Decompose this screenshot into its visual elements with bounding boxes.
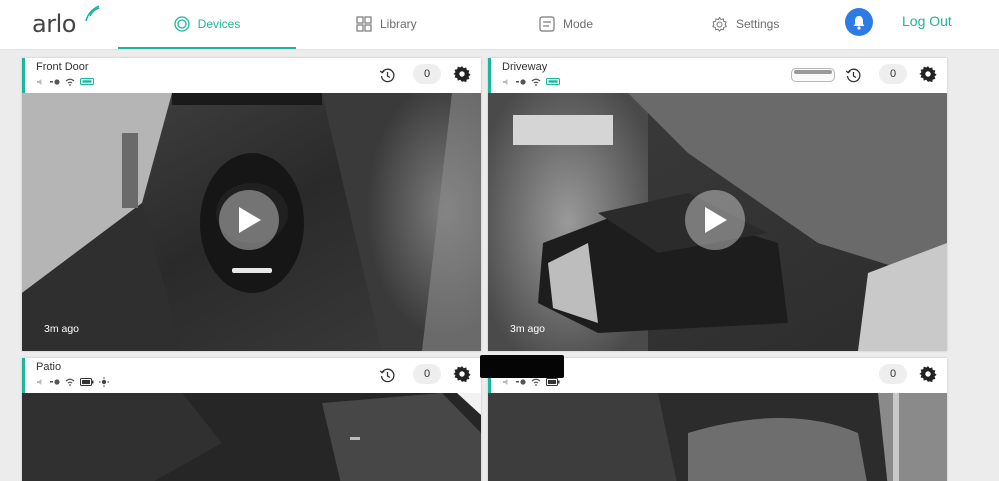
event-count-badge: 0	[413, 64, 441, 84]
activity-history-icon[interactable]	[379, 367, 396, 384]
top-navigation-bar: arlo Devices Library Mode Settings Log O…	[0, 0, 999, 50]
activity-history-icon[interactable]	[379, 67, 396, 84]
tab-mode-label: Mode	[563, 17, 594, 31]
tab-library[interactable]: Library	[356, 0, 417, 48]
motion-icon	[516, 378, 526, 385]
library-grid-icon	[356, 16, 372, 32]
spotlight-toggle[interactable]	[791, 68, 835, 82]
arlo-logo[interactable]: arlo	[32, 4, 100, 44]
camera-name: Driveway	[502, 61, 548, 73]
tab-mode[interactable]: Mode	[539, 0, 593, 48]
camera-tile-driveway: Driveway 0 3m ago	[488, 58, 947, 351]
night-feed-image	[22, 393, 481, 481]
camera-name: Front Door	[36, 61, 89, 73]
redacted-label	[480, 355, 564, 378]
camera-feed-driveway[interactable]: 3m ago	[488, 93, 947, 351]
settings-gear-icon	[711, 16, 728, 33]
camera-settings-gear-icon[interactable]	[453, 65, 471, 83]
camera-feed-unnamed[interactable]	[488, 393, 947, 481]
tab-settings-label: Settings	[736, 17, 780, 31]
battery-icon	[546, 377, 560, 386]
poe-power-icon	[546, 78, 560, 85]
bell-icon	[853, 15, 865, 30]
camera-feed-patio[interactable]	[22, 393, 481, 481]
tab-library-label: Library	[380, 17, 417, 31]
logout-link[interactable]: Log Out	[902, 13, 952, 29]
tab-devices[interactable]: Devices	[118, 0, 296, 49]
activity-history-icon[interactable]	[845, 67, 862, 84]
speaker-muted-icon	[503, 78, 508, 85]
camera-status-icons	[503, 377, 560, 386]
wifi-icon	[531, 78, 541, 86]
camera-status-icons	[37, 376, 109, 387]
logo-leaf-mark	[85, 5, 100, 22]
logo-text: arlo	[32, 10, 76, 38]
event-count-badge: 0	[413, 364, 441, 384]
speaker-muted-icon	[37, 78, 42, 85]
poe-power-icon	[80, 78, 94, 85]
play-icon	[705, 207, 727, 233]
event-count-badge: 0	[879, 364, 907, 384]
camera-header: Patio 0	[22, 358, 481, 393]
speaker-muted-icon	[503, 378, 508, 385]
motion-icon	[516, 78, 526, 85]
motion-icon	[50, 378, 60, 385]
camera-header: Driveway 0	[488, 58, 947, 93]
camera-tile-patio: Patio 0	[22, 358, 481, 481]
play-button[interactable]	[219, 190, 279, 250]
last-activity-time: 3m ago	[44, 323, 80, 335]
mode-icon	[539, 16, 555, 32]
wifi-icon	[531, 378, 541, 386]
motion-icon	[50, 78, 60, 85]
play-icon	[239, 207, 261, 233]
camera-name: Patio	[36, 361, 62, 373]
event-count-badge: 0	[879, 64, 907, 84]
play-button[interactable]	[685, 190, 745, 250]
night-feed-image	[488, 393, 947, 481]
camera-settings-gear-icon[interactable]	[453, 365, 471, 383]
battery-icon	[80, 377, 94, 386]
devices-icon	[174, 16, 190, 32]
tab-devices-label: Devices	[197, 17, 241, 31]
camera-header: Front Door 0	[22, 58, 481, 93]
notifications-button[interactable]	[845, 8, 873, 36]
wifi-icon	[65, 78, 75, 86]
sun-icon	[99, 376, 109, 387]
camera-settings-gear-icon[interactable]	[919, 365, 937, 383]
camera-settings-gear-icon[interactable]	[919, 65, 937, 83]
wifi-icon	[65, 378, 75, 386]
camera-status-icons	[503, 77, 560, 86]
camera-feed-front-door[interactable]: 3m ago	[22, 93, 481, 351]
tab-settings[interactable]: Settings	[711, 0, 779, 48]
speaker-muted-icon	[37, 378, 42, 385]
camera-status-icons	[37, 77, 94, 86]
last-activity-time: 3m ago	[510, 323, 546, 335]
camera-tile-front-door: Front Door 0 3m ago	[22, 58, 481, 351]
